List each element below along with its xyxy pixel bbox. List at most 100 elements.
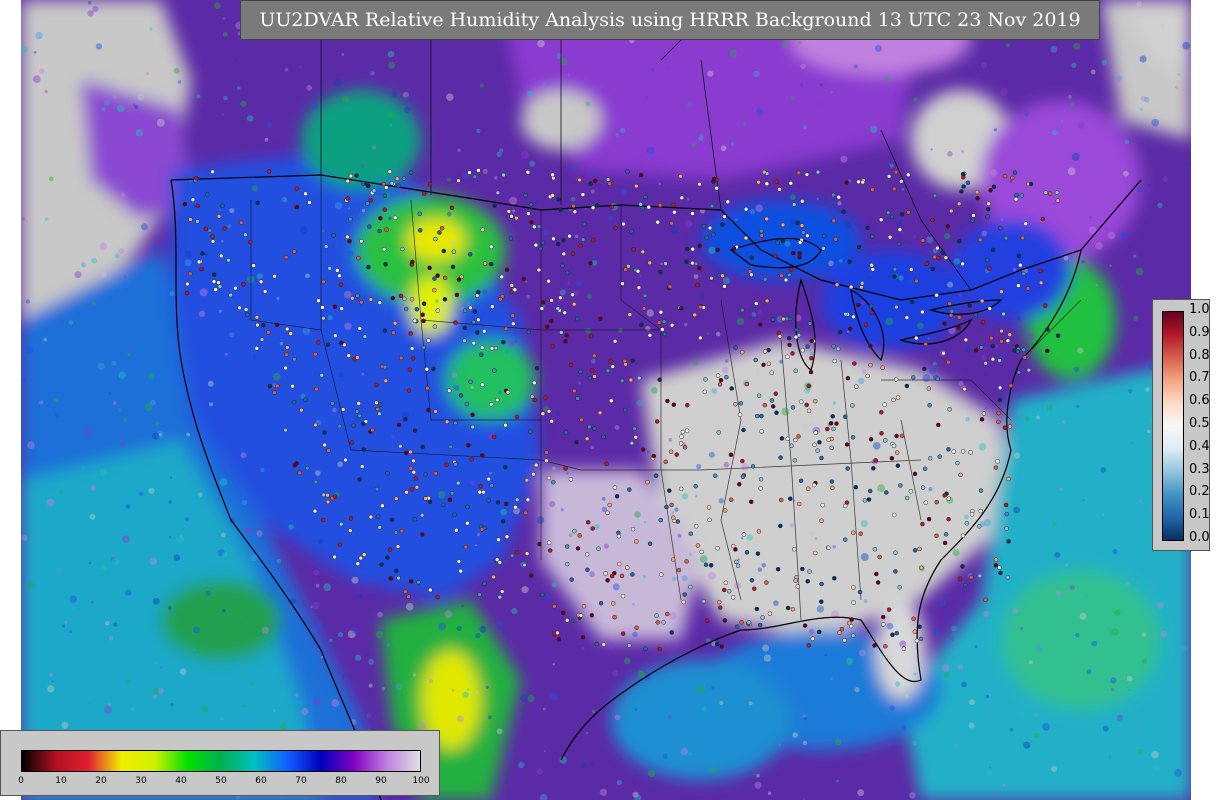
observation-point	[555, 241, 561, 247]
observation-point	[794, 327, 800, 333]
observation-point	[370, 427, 375, 433]
field-speckle	[218, 208, 221, 211]
observation-point	[967, 303, 972, 308]
observation-point	[638, 202, 643, 207]
observation-point	[622, 407, 628, 413]
observation-point	[664, 611, 670, 617]
field-speckle	[264, 137, 269, 142]
observation-point	[607, 181, 612, 187]
field-speckle	[1079, 612, 1087, 620]
field-speckle	[347, 250, 354, 257]
field-speckle	[167, 606, 172, 610]
field-speckle	[251, 185, 258, 192]
observation-point	[785, 436, 790, 442]
observation-point	[266, 169, 272, 174]
field-speckle	[1100, 467, 1107, 473]
field-speckle	[799, 82, 804, 87]
field-speckle	[1023, 741, 1031, 749]
field-speckle	[128, 348, 131, 352]
field-speckle	[983, 518, 992, 527]
observation-point	[420, 444, 425, 450]
observation-point	[932, 193, 938, 199]
observation-point	[977, 573, 983, 579]
field-speckle	[567, 73, 570, 76]
observation-point	[699, 549, 704, 555]
observation-point	[654, 613, 659, 618]
field-speckle	[889, 163, 894, 168]
field-speckle	[101, 271, 107, 278]
observation-point	[431, 366, 436, 371]
observation-point	[526, 211, 531, 216]
observation-point	[797, 240, 803, 245]
field-speckle	[1104, 227, 1109, 231]
field-speckle	[662, 753, 668, 759]
field-speckle	[84, 427, 93, 436]
observation-point	[761, 362, 766, 368]
observation-point	[708, 563, 714, 568]
field-speckle	[1014, 452, 1021, 459]
observation-point	[734, 559, 739, 565]
observation-point	[619, 378, 625, 384]
observation-point	[382, 193, 388, 198]
field-speckle	[814, 328, 817, 331]
observation-point	[1008, 383, 1014, 388]
observation-point	[743, 235, 749, 241]
observation-point	[489, 346, 495, 351]
field-speckle	[116, 104, 125, 113]
observation-point	[355, 293, 360, 298]
humidity-map[interactable]	[21, 0, 1191, 800]
field-speckle	[521, 586, 529, 594]
field-speckle	[689, 753, 692, 756]
observation-point	[379, 562, 384, 567]
field-speckle	[711, 388, 717, 394]
field-speckle	[229, 332, 235, 338]
observation-point	[339, 521, 344, 527]
field-speckle	[835, 738, 842, 746]
observation-point	[709, 276, 714, 281]
field-speckle	[100, 564, 107, 570]
field-speckle	[237, 86, 241, 90]
observation-point	[272, 390, 277, 395]
observation-point	[843, 414, 848, 419]
observation-point	[943, 255, 949, 260]
field-speckle	[1120, 580, 1128, 588]
observation-point	[754, 301, 759, 306]
observation-point	[412, 428, 418, 433]
field-speckle	[81, 466, 85, 470]
observation-point	[717, 605, 723, 610]
observation-point	[626, 264, 631, 269]
observation-point	[343, 457, 348, 463]
observation-point	[562, 310, 567, 315]
observation-point	[1013, 196, 1019, 202]
observation-point	[630, 526, 636, 532]
field-speckle	[1149, 583, 1158, 592]
observation-point	[633, 435, 638, 440]
field-speckle	[884, 76, 891, 83]
observation-point	[655, 219, 660, 225]
observation-point	[199, 266, 204, 272]
observation-point	[471, 319, 477, 325]
observation-point	[920, 238, 926, 243]
observation-point	[819, 581, 824, 587]
observation-point	[374, 400, 379, 405]
field-speckle	[828, 260, 834, 267]
observation-point	[638, 172, 644, 178]
observation-point	[609, 573, 615, 579]
observation-point	[837, 329, 843, 335]
observation-point	[780, 222, 786, 228]
observation-point	[375, 514, 381, 519]
field-speckle	[1020, 626, 1024, 631]
field-speckle	[1089, 216, 1092, 219]
field-speckle	[1135, 517, 1141, 523]
field-speckle	[498, 343, 501, 346]
observation-point	[946, 359, 951, 365]
observation-point	[609, 204, 614, 210]
observation-point	[829, 479, 835, 484]
observation-point	[255, 322, 260, 328]
observation-point	[630, 572, 635, 577]
observation-point	[196, 259, 202, 265]
field-speckle	[479, 625, 487, 633]
field-speckle	[1160, 23, 1165, 28]
observation-point	[410, 259, 415, 265]
field-speckle	[21, 376, 26, 382]
